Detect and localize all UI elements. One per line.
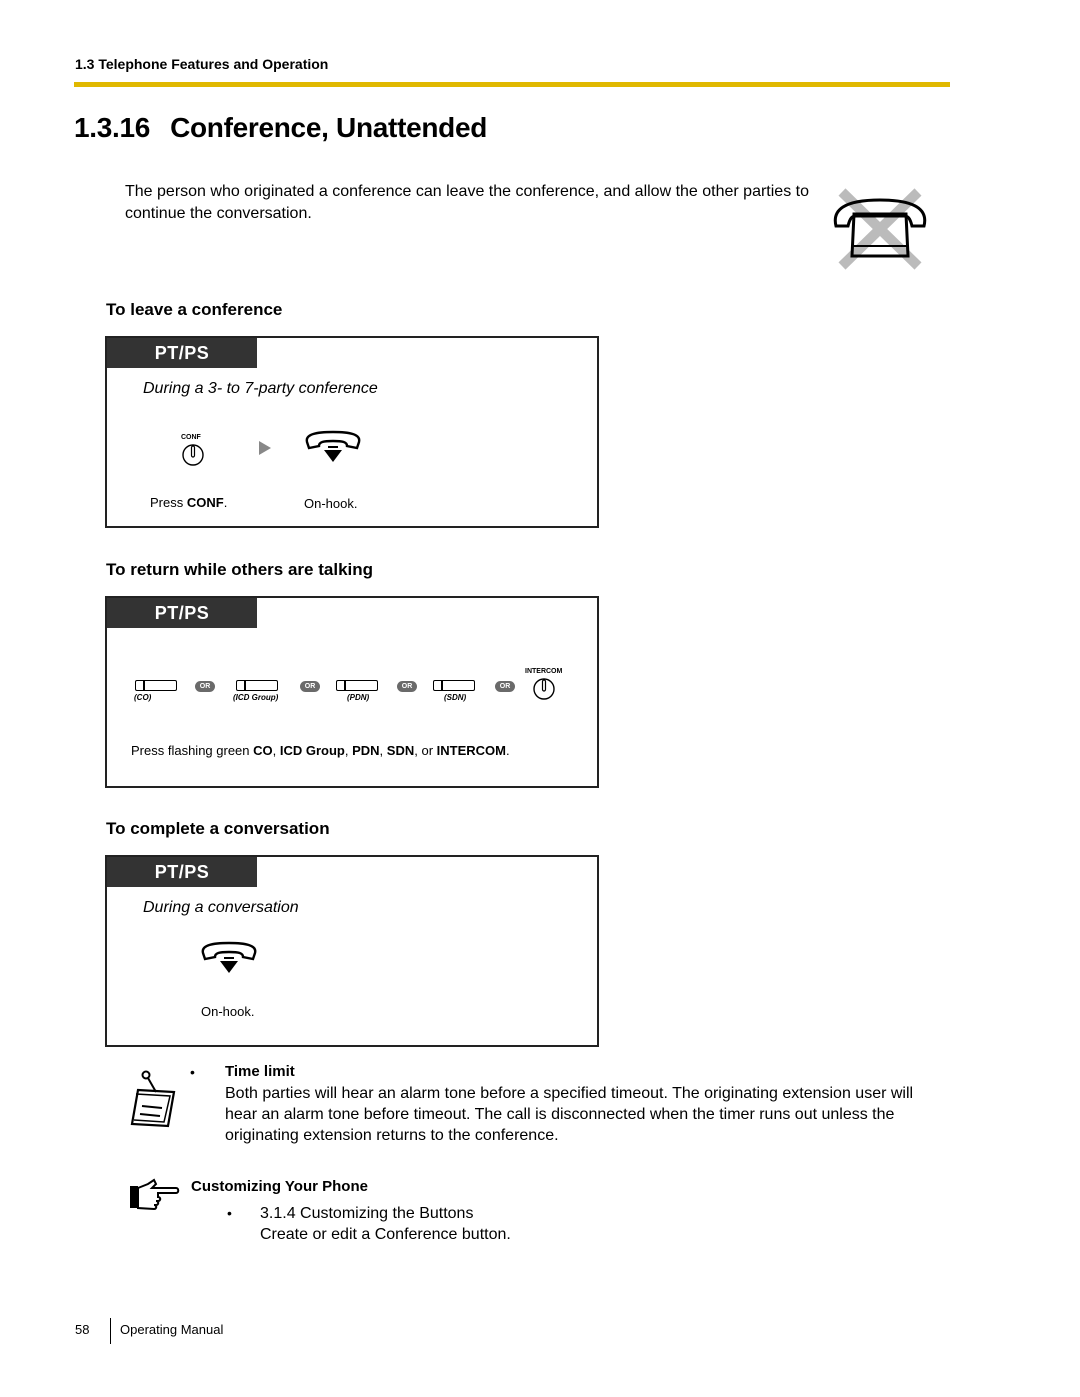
heading-return-while-talking: To return while others are talking [106,560,374,579]
or-badge: OR [195,681,215,692]
footer-title: Operating Manual [120,1322,224,1337]
sdn-label: (SDN) [444,693,467,702]
bullet: • [227,1205,232,1221]
page-title: 1.3.16 Conference, Unattended [74,112,487,144]
note-body: Both parties will hear an alarm tone bef… [225,1085,914,1144]
intercom-label: INTERCOM [525,668,563,675]
co-label: (CO) [134,693,152,702]
procedure-box-complete: PT/PS During a conversation On-hook. [105,855,599,1047]
or-badge: OR [300,681,320,692]
sdn-button[interactable] [433,680,475,691]
footer-divider [110,1318,111,1344]
section-number: 1.3.16 [74,112,151,143]
heading-leave-conference: To leave a conference [106,300,283,319]
conf-label: CONF [181,434,201,441]
notepad-icon [130,1070,176,1128]
caption-press-flashing: Press flashing green CO, ICD Group, PDN,… [131,743,510,758]
pdn-label: (PDN) [347,693,370,702]
caption-on-hook: On-hook. [304,496,358,511]
section-title: Conference, Unattended [170,112,488,143]
header-rule [74,82,950,87]
or-badge: OR [495,681,515,692]
condition-text: During a 3- to 7-party conference [143,380,378,397]
arrow-right-icon [259,441,271,455]
phone-with-x-icon [833,188,927,270]
note-title: Time limit [225,1063,295,1080]
icd-group-button[interactable] [236,680,278,691]
or-badge: OR [397,681,417,692]
pt-ps-tab: PT/PS [107,857,257,887]
heading-complete-conversation: To complete a conversation [106,819,330,838]
on-hook-icon [305,430,361,462]
running-head: 1.3 Telephone Features and Operation [75,56,329,72]
reference-title: Customizing Your Phone [191,1178,368,1195]
pointing-hand-icon [130,1178,180,1211]
reference-item: 3.1.4 Customizing the Buttons Create or … [260,1203,511,1245]
intro-paragraph: The person who originated a conference c… [125,183,809,222]
caption-on-hook: On-hook. [201,1004,255,1019]
pdn-button[interactable] [336,680,378,691]
intercom-button-icon[interactable] [532,677,556,701]
bullet: • [190,1064,195,1080]
condition-text: During a conversation [143,899,299,916]
page-number: 58 [75,1322,90,1337]
icd-group-label: (ICD Group) [233,693,279,702]
reference-link[interactable]: 3.1.4 Customizing the Buttons [260,1203,511,1224]
on-hook-icon [201,941,257,973]
conf-button-icon[interactable] [181,443,205,467]
procedure-box-return: PT/PS (CO) OR (ICD Group) OR (PDN) OR (S… [105,596,599,788]
caption-press-conf: Press CONF. [150,495,228,510]
procedure-box-leave: PT/PS During a 3- to 7-party conference … [105,336,599,528]
pt-ps-tab: PT/PS [107,338,257,368]
reference-description: Create or edit a Conference button. [260,1226,511,1243]
co-button[interactable] [135,680,177,691]
pt-ps-tab: PT/PS [107,598,257,628]
